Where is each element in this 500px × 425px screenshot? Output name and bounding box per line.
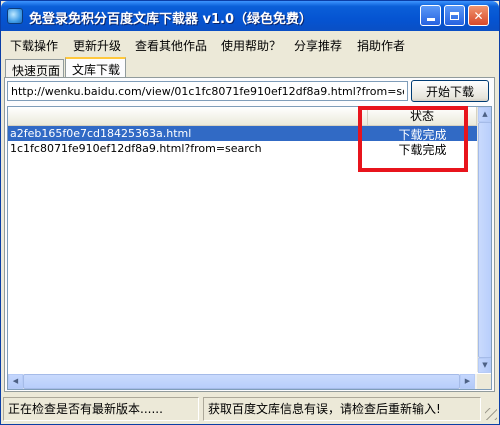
app-window: 免登录免积分百度文库下载器 v1.0（绿色免费） ✕ 下载操作 更新升级 查看其… [0, 0, 500, 425]
tab-quick-page[interactable]: 快速页面 [5, 59, 64, 78]
app-icon [7, 8, 23, 24]
close-icon: ✕ [473, 8, 484, 23]
status-bar: 正在检查是否有最新版本...... 获取百度文库信息有误，请检查后重新输入! [1, 394, 499, 424]
close-button[interactable]: ✕ [468, 5, 489, 26]
menu-share[interactable]: 分享推荐 [294, 37, 342, 54]
url-input[interactable] [7, 81, 408, 101]
menu-download-ops[interactable]: 下载操作 [10, 37, 58, 54]
scroll-right-arrow-icon[interactable]: ▶ [460, 374, 475, 389]
menu-bar: 下载操作 更新升级 查看其他作品 使用帮助？ 分享推荐 捐助作者 [1, 31, 499, 57]
title-bar[interactable]: 免登录免积分百度文库下载器 v1.0（绿色免费） ✕ [1, 1, 499, 31]
tab-strip: 快速页面 文库下载 [1, 57, 499, 78]
status-update-check: 正在检查是否有最新版本...... [3, 397, 199, 421]
row-file-name: a2feb165f0e7cd18425363a.html [10, 127, 192, 140]
horizontal-scrollbar[interactable]: ◀ ▶ [8, 374, 477, 389]
menu-update[interactable]: 更新升级 [73, 37, 121, 54]
column-header-name[interactable] [8, 107, 368, 125]
scroll-down-arrow-icon[interactable]: ▼ [478, 358, 491, 373]
scroll-left-arrow-icon[interactable]: ◀ [8, 374, 23, 389]
status-highlight-annotation [358, 106, 468, 172]
resize-grip-icon[interactable] [485, 408, 497, 420]
maximize-button[interactable] [444, 5, 465, 26]
menu-help[interactable]: 使用帮助？ [221, 37, 281, 54]
minimize-icon [426, 18, 435, 21]
menu-donate[interactable]: 捐助作者 [357, 37, 405, 54]
window-title: 免登录免积分百度文库下载器 v1.0（绿色免费） [29, 12, 313, 27]
row-file-name: 1c1fc8071fe910ef12df8a9.html?from=search [10, 142, 262, 155]
scroll-up-arrow-icon[interactable]: ▲ [478, 107, 491, 122]
minimize-button[interactable] [420, 5, 441, 26]
status-error-message: 获取百度文库信息有误，请检查后重新输入! [203, 397, 481, 421]
vertical-scrollbar[interactable]: ▲ ▼ [477, 107, 491, 373]
scrollbar-corner [477, 374, 491, 389]
start-download-button[interactable]: 开始下载 [411, 80, 489, 102]
vertical-scroll-thumb[interactable] [478, 122, 491, 358]
maximize-icon [450, 11, 459, 20]
horizontal-scroll-thumb[interactable] [23, 374, 460, 389]
tab-wenku-download[interactable]: 文库下载 [65, 57, 126, 78]
menu-other-works[interactable]: 查看其他作品 [135, 37, 207, 54]
